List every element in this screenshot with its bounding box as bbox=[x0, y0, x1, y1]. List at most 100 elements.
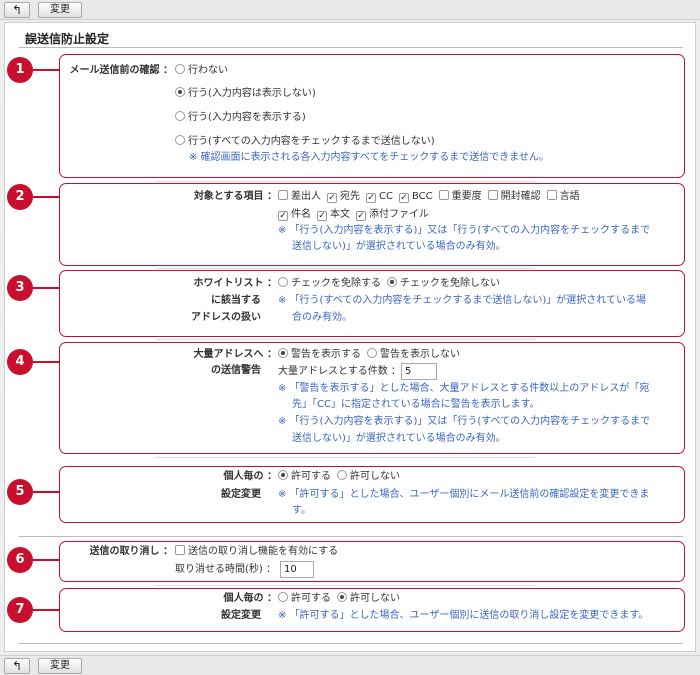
page-title: 誤送信防止設定 bbox=[25, 32, 110, 46]
target-items-label: 対象とする項目 ： bbox=[193, 191, 277, 202]
radio-icon bbox=[175, 111, 185, 121]
badge-1: 1 bbox=[7, 57, 33, 83]
whitelist-note-1: ※ 「行う(すべての入力内容をチェックするまで送信しない)」が選択されている場 bbox=[278, 295, 646, 306]
whitelist-options: チェックを免除する チェックを免除しない bbox=[278, 276, 506, 292]
user-setting-options: 許可する 許可しない bbox=[278, 469, 406, 485]
check-icon: ✓ bbox=[398, 193, 409, 203]
checkbox-icon bbox=[278, 190, 288, 200]
radio-exempt[interactable]: チェックを免除する bbox=[278, 277, 381, 289]
connector-5 bbox=[33, 491, 60, 493]
checkbox-icon bbox=[546, 190, 557, 200]
check-icon: ✓ bbox=[278, 211, 288, 221]
bulk-warning-label-1: 大量アドレスへ ： bbox=[193, 349, 277, 360]
settings-panel: 誤送信防止設定 1 メール送信前の確認 ： 行わない 行う(入力内容は表示しない… bbox=[4, 22, 696, 652]
radio-hide-warning[interactable]: 警告を表示しない bbox=[367, 348, 460, 360]
connector-2 bbox=[33, 196, 60, 198]
change-button[interactable]: 変更 bbox=[38, 2, 82, 18]
whitelist-label-1: ホワイトリスト ： bbox=[193, 278, 277, 289]
checkbox-language[interactable]: 言語 bbox=[546, 190, 580, 202]
badge-5: 5 bbox=[7, 479, 33, 505]
radio-confirm-check-all[interactable]: 行う(すべての入力内容をチェックするまで送信しない) bbox=[175, 134, 435, 150]
connector-7 bbox=[33, 609, 60, 611]
check-icon: ✓ bbox=[327, 193, 337, 203]
mail-confirm-note: ※ 確認画面に表示される各入力内容すべてをチェックするまで送信できません。 bbox=[189, 152, 549, 163]
check-icon: ✓ bbox=[317, 211, 327, 221]
checkbox-icon bbox=[487, 190, 498, 200]
radio-disallow[interactable]: 許可しない bbox=[337, 470, 400, 482]
checkbox-icon bbox=[438, 190, 449, 200]
radio-allow[interactable]: 許可する bbox=[278, 470, 331, 482]
target-items-row2: ✓ 件名 ✓ 本文 ✓ 添付ファイル bbox=[278, 207, 435, 223]
radio-selected-icon bbox=[175, 87, 185, 97]
user-setting-note-2: す。 bbox=[292, 505, 311, 516]
undo-time-input[interactable]: 10 bbox=[280, 561, 314, 578]
checkbox-priority[interactable]: 重要度 bbox=[438, 190, 482, 202]
divider bbox=[155, 268, 535, 269]
checkbox-cc[interactable]: ✓ CC bbox=[366, 191, 393, 203]
bulk-count-input[interactable]: 5 bbox=[401, 363, 437, 380]
bottom-divider bbox=[19, 643, 683, 644]
radio-undo-disallow[interactable]: 許可しない bbox=[337, 592, 400, 604]
divider bbox=[155, 181, 535, 182]
bulk-count-label: 大量アドレスとする件数 ： bbox=[278, 366, 401, 377]
bulk-warning-note-3: ※ 「行う(入力内容を表示する)」又は「行う(すべての入力内容をチェックするまで bbox=[278, 416, 651, 427]
checkbox-sender[interactable]: 差出人 bbox=[278, 190, 321, 202]
mail-confirm-label: メール送信前の確認 ： bbox=[69, 65, 173, 76]
checkbox-to[interactable]: ✓ 宛先 bbox=[327, 191, 360, 203]
badge-3: 3 bbox=[7, 275, 33, 301]
target-items-note-2: 送信しない)」が選択されている場合のみ有効。 bbox=[292, 241, 506, 252]
whitelist-label-3: アドレスの扱い bbox=[191, 312, 261, 323]
radio-confirm-display[interactable]: 行う(入力内容を表示する) bbox=[175, 110, 306, 126]
undo-user-setting-options: 許可する 許可しない bbox=[278, 591, 406, 607]
checkbox-attachment[interactable]: ✓ 添付ファイル bbox=[356, 209, 429, 221]
undo-send-label: 送信の取り消し ： bbox=[89, 546, 173, 557]
change-button-bottom[interactable]: 変更 bbox=[38, 658, 82, 674]
radio-icon bbox=[278, 277, 288, 287]
top-toolbar: ↰ 変更 bbox=[0, 0, 700, 20]
divider bbox=[155, 339, 535, 340]
back-arrow-icon: ↰ bbox=[11, 3, 23, 17]
bulk-warning-label-2: の送信警告 bbox=[211, 365, 261, 376]
radio-show-warning[interactable]: 警告を表示する bbox=[278, 348, 361, 360]
badge-7: 7 bbox=[7, 597, 33, 623]
radio-selected-icon bbox=[387, 277, 397, 287]
back-button[interactable]: ↰ bbox=[4, 2, 30, 18]
checkbox-body[interactable]: ✓ 本文 bbox=[317, 209, 350, 221]
radio-icon bbox=[278, 592, 288, 602]
undo-send-checkbox[interactable]: 送信の取り消し機能を有効にする bbox=[175, 544, 338, 560]
title-underline bbox=[19, 47, 683, 48]
user-setting-label-2: 設定変更 bbox=[221, 489, 261, 500]
radio-selected-icon bbox=[278, 470, 288, 480]
badge-6: 6 bbox=[7, 547, 33, 573]
bottom-toolbar: ↰ 変更 bbox=[0, 655, 700, 675]
radio-selected-icon bbox=[278, 348, 288, 358]
radio-undo-allow[interactable]: 許可する bbox=[278, 592, 331, 604]
undo-user-setting-label-1: 個人毎の ： bbox=[223, 593, 277, 604]
target-items-row1: 差出人 ✓ 宛先 ✓ CC ✓ BCC 重要度 開封確認 言語 bbox=[278, 189, 586, 205]
bulk-warning-note-4: 送信しない)」が選択されている場合のみ有効。 bbox=[292, 433, 506, 444]
bulk-warning-note-1: ※ 「警告を表示する」とした場合、大量アドレスとする件数以上のアドレスが「宛 bbox=[278, 383, 650, 394]
divider bbox=[155, 585, 535, 586]
connector-1 bbox=[33, 69, 60, 71]
divider bbox=[155, 457, 535, 458]
check-icon: ✓ bbox=[356, 211, 366, 221]
target-items-note-1: ※ 「行う(入力内容を表示する)」又は「行う(すべての入力内容をチェックするまで bbox=[278, 225, 651, 236]
back-button-bottom[interactable]: ↰ bbox=[4, 658, 30, 674]
radio-confirm-no-display[interactable]: 行う(入力内容は表示しない) bbox=[175, 86, 316, 102]
back-arrow-icon: ↰ bbox=[11, 659, 23, 673]
checkbox-icon bbox=[175, 545, 185, 555]
checkbox-subject[interactable]: ✓ 件名 bbox=[278, 209, 311, 221]
bulk-warning-options: 警告を表示する 警告を表示しない bbox=[278, 347, 466, 363]
radio-icon bbox=[175, 135, 185, 145]
section-divider bbox=[19, 536, 683, 537]
bulk-warning-note-2: 先」「CC」に指定されている場合に警告を表示します。 bbox=[292, 399, 540, 410]
checkbox-bcc[interactable]: ✓ BCC bbox=[398, 191, 433, 203]
radio-confirm-none[interactable]: 行わない bbox=[175, 63, 228, 79]
radio-selected-icon bbox=[337, 592, 347, 602]
radio-icon bbox=[337, 470, 347, 480]
connector-6 bbox=[33, 559, 60, 561]
checkbox-read-receipt[interactable]: 開封確認 bbox=[487, 190, 541, 202]
radio-not-exempt[interactable]: チェックを免除しない bbox=[387, 277, 500, 289]
undo-user-setting-note: ※ 「許可する」とした場合、ユーザー個別に送信の取り消し設定を変更できます。 bbox=[278, 610, 649, 621]
connector-4 bbox=[33, 361, 60, 363]
